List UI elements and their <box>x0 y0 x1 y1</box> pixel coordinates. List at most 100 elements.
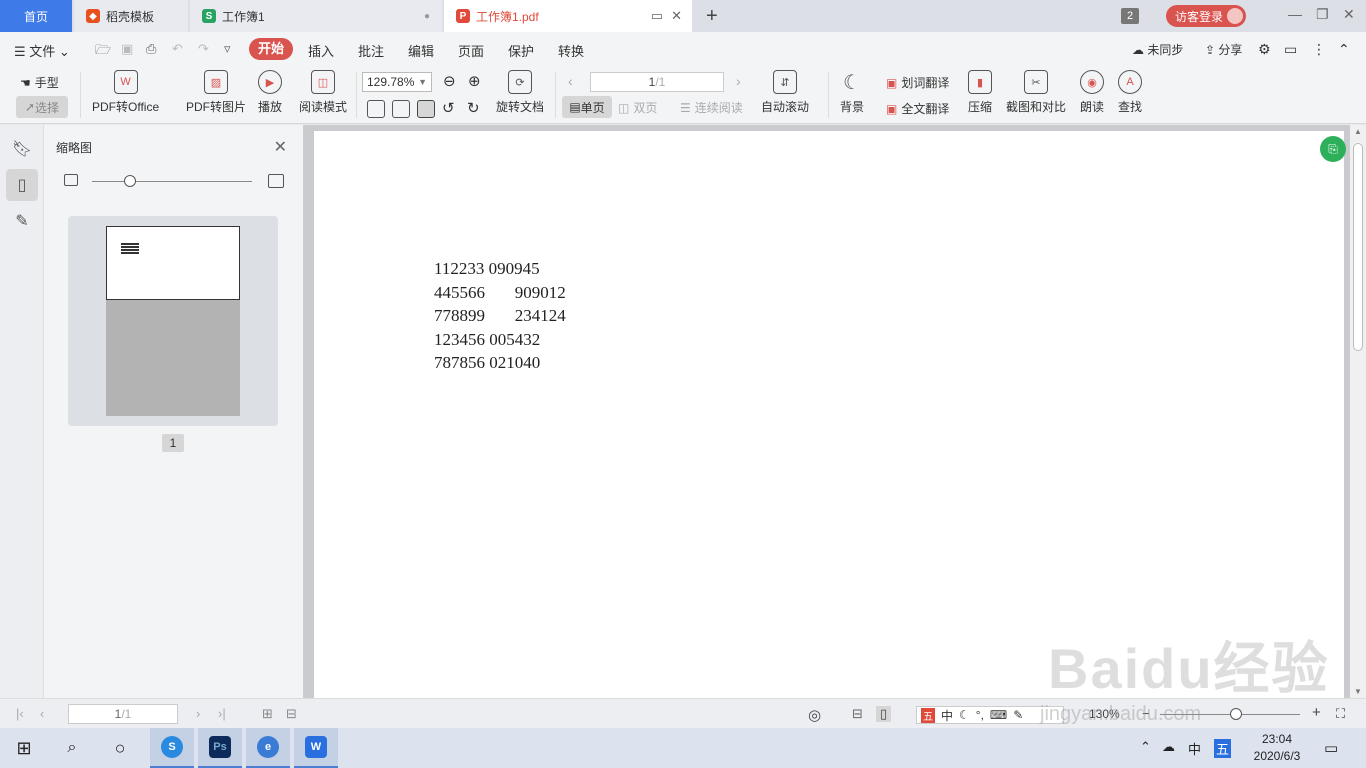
large-thumb-icon[interactable] <box>268 174 284 188</box>
menu-tab-annotate[interactable]: 批注 <box>358 41 384 60</box>
onedrive-icon[interactable]: ☁ <box>1162 739 1175 755</box>
zoom-slider-knob[interactable] <box>1230 708 1242 720</box>
tray-ime-mode[interactable]: 五 <box>1214 739 1232 758</box>
close-tab-icon[interactable]: ✕ <box>671 8 682 24</box>
find-button[interactable]: A 查找 <box>1118 70 1142 115</box>
tab-daoke-templates[interactable]: ◆ 稻壳模板 <box>74 0 188 32</box>
taskbar-app-wps[interactable]: W <box>294 728 338 768</box>
start-icon[interactable]: ⊞ <box>2 728 46 768</box>
single-page-button[interactable]: ▤ 单页 <box>562 96 612 118</box>
rotate-right-icon[interactable]: ↻ <box>467 99 480 117</box>
search-icon[interactable]: ⌕ <box>50 728 94 768</box>
prev-page-icon[interactable]: ‹ <box>40 706 44 721</box>
scroll-down-icon[interactable]: ▼ <box>1354 687 1362 696</box>
pdf-to-office-button[interactable]: W PDF转Office <box>92 70 159 115</box>
document-viewport[interactable]: 112233 090945 445566 909012 778899 23412… <box>304 125 1350 698</box>
scroll-up-icon[interactable]: ▲ <box>1354 127 1362 136</box>
thumbnail-size-slider[interactable] <box>92 181 252 182</box>
more-icon[interactable]: ⋮ <box>1312 41 1326 58</box>
rotate-doc-button[interactable]: ⟳ 旋转文档 <box>496 70 544 115</box>
zoom-select[interactable]: 129.78% ▼ <box>362 72 432 92</box>
tab-pdf[interactable]: P 工作簿1.pdf ▭ ✕ <box>444 0 692 32</box>
fit-page-icon[interactable] <box>392 100 410 118</box>
eye-protection-icon[interactable]: ◎ <box>808 706 821 724</box>
rotate-left-icon[interactable]: ↺ <box>442 99 455 117</box>
status-page-input[interactable]: 1/1 <box>68 704 178 724</box>
save-icon[interactable]: ▣ <box>121 41 133 57</box>
taskbar-app-browser[interactable]: e <box>246 728 290 768</box>
menu-tab-protect[interactable]: 保护 <box>508 41 534 60</box>
next-page-icon[interactable]: › <box>736 73 741 89</box>
customize-icon[interactable]: ▿ <box>224 41 231 57</box>
last-page-icon[interactable]: ›| <box>218 706 226 721</box>
fullscreen-icon[interactable]: ⛶ <box>1336 706 1345 722</box>
tray-expand-icon[interactable]: ⌃ <box>1140 739 1151 755</box>
prev-page-icon[interactable]: ‹ <box>568 73 573 89</box>
zoom-in-icon[interactable]: + <box>1312 704 1321 721</box>
file-menu[interactable]: ☰ 文件 ⌄ <box>14 41 70 60</box>
actual-size-icon[interactable] <box>367 100 385 118</box>
read-aloud-button[interactable]: ◉ 朗读 <box>1080 70 1104 115</box>
hand-tool-button[interactable]: ☚ 手型 <box>20 74 59 91</box>
print-icon[interactable]: ⎙ <box>146 41 156 57</box>
slider-knob[interactable] <box>124 175 136 187</box>
add-page-icon[interactable]: ⊞ <box>262 706 273 722</box>
taskbar-app-photoshop[interactable]: Ps <box>198 728 242 768</box>
tab-workbook[interactable]: S 工作簿1 ● <box>190 0 442 32</box>
redo-icon[interactable]: ↷ <box>198 41 209 57</box>
pdf-page[interactable]: 112233 090945 445566 909012 778899 23412… <box>314 131 1344 698</box>
scrollbar-thumb[interactable] <box>1353 143 1363 351</box>
zoom-in-icon[interactable]: ⊕ <box>468 72 481 90</box>
screenshot-compare-button[interactable]: ✂ 截图和对比 <box>1006 70 1066 115</box>
fit-width-icon[interactable] <box>417 100 435 118</box>
export-page-icon[interactable]: ⊟ <box>286 706 297 722</box>
small-thumb-icon[interactable] <box>64 174 78 186</box>
menu-tab-convert[interactable]: 转换 <box>558 41 584 60</box>
read-mode-button[interactable]: ◫ 阅读模式 <box>299 70 347 115</box>
word-translate-button[interactable]: ▣ 划词翻译 <box>886 74 949 91</box>
minimize-icon[interactable]: — <box>1288 6 1302 22</box>
background-button[interactable]: ☾ 背景 <box>840 70 864 115</box>
play-button[interactable]: ▶ 播放 <box>258 70 282 115</box>
tab-home[interactable]: 首页 <box>0 0 72 32</box>
first-page-icon[interactable]: |‹ <box>16 706 24 721</box>
select-tool-button[interactable]: ➚ 选择 <box>16 96 68 118</box>
menu-tab-start[interactable]: 开始 <box>249 38 293 60</box>
clock[interactable]: 23:04 2020/6/3 <box>1246 731 1308 765</box>
pin-icon[interactable]: ▭ <box>651 8 663 24</box>
zoom-out-icon[interactable]: ⊖ <box>443 72 456 90</box>
menu-tab-insert[interactable]: 插入 <box>308 41 334 60</box>
notification-icon[interactable]: ▭ <box>1324 739 1338 757</box>
comment-icon[interactable]: ▭ <box>1284 41 1297 58</box>
menu-tab-page[interactable]: 页面 <box>458 41 484 60</box>
continuous-read-button[interactable]: ☰ 连续阅读 <box>680 99 743 116</box>
tray-ime-lang[interactable]: 中 <box>1188 739 1201 758</box>
vertical-scrollbar[interactable]: ▲ ▼ <box>1350 125 1366 698</box>
signature-icon[interactable]: ✎ <box>6 205 38 237</box>
bookmark-icon[interactable]: 🔖︎ <box>6 133 38 165</box>
close-icon[interactable]: ✕ <box>274 137 287 157</box>
menu-tab-edit[interactable]: 编辑 <box>408 41 434 60</box>
window-count-badge[interactable]: 2 <box>1121 8 1139 24</box>
undo-icon[interactable]: ↶ <box>172 41 183 57</box>
auto-scroll-button[interactable]: ⇵ 自动滚动 <box>761 70 809 115</box>
close-window-icon[interactable]: ✕ <box>1343 6 1355 23</box>
taskbar-app-sogou[interactable]: S <box>150 728 194 768</box>
restore-icon[interactable]: ❐ <box>1316 6 1329 23</box>
floating-tool-icon[interactable]: ⎘ <box>1320 136 1346 162</box>
page-number-input[interactable]: 1/1 <box>590 72 724 92</box>
page-thumbnail[interactable] <box>68 216 278 426</box>
pdf-to-image-button[interactable]: ▨ PDF转图片 <box>186 70 246 115</box>
collapse-ribbon-icon[interactable]: ⌃ <box>1338 41 1350 58</box>
cortana-icon[interactable]: ○ <box>98 728 142 768</box>
open-icon[interactable]: 🗁 <box>95 41 111 63</box>
double-view-icon[interactable]: ⊟ <box>852 706 863 722</box>
share-button[interactable]: ⇪ 分享 <box>1205 41 1242 58</box>
sync-status[interactable]: ☁ 未同步 <box>1132 41 1183 58</box>
add-tab-button[interactable]: + <box>706 5 718 28</box>
thumbnail-icon[interactable]: ▯ <box>6 169 38 201</box>
single-view-icon[interactable]: ▯ <box>876 706 892 722</box>
next-page-icon[interactable]: › <box>196 706 200 721</box>
compress-button[interactable]: ▮ 压缩 <box>968 70 992 115</box>
settings-icon[interactable]: ⚙ <box>1258 41 1271 58</box>
